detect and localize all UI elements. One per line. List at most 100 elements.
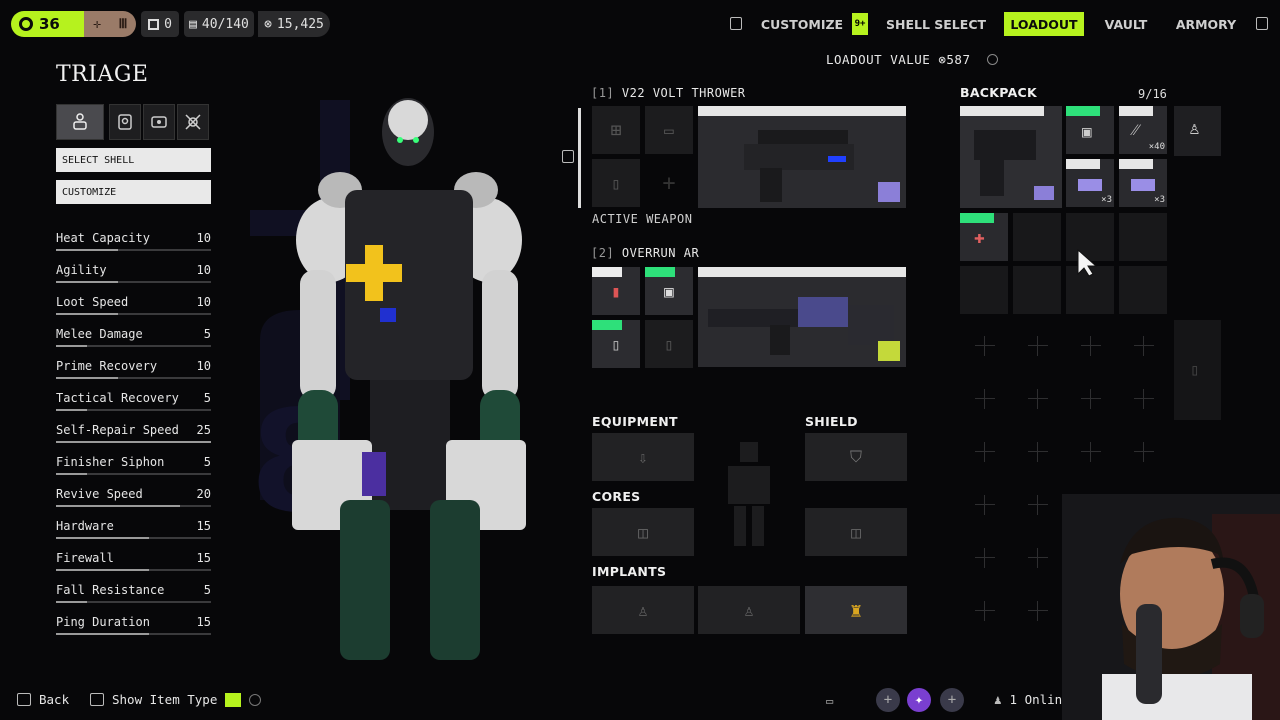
core-slot-2[interactable]: ◫	[805, 508, 907, 556]
nav-vault[interactable]: VAULT	[1098, 12, 1154, 36]
implant-slot-2[interactable]: ♙	[698, 586, 800, 634]
locked-slot-marker	[975, 495, 995, 515]
stat-row: Loot Speed 10	[56, 295, 211, 317]
shell-name: TRIAGE	[56, 62, 149, 87]
stat-bar	[56, 345, 211, 347]
backpack-item-medkit[interactable]: ✚	[960, 213, 1008, 261]
online-count: 1 Onlin	[1009, 692, 1063, 707]
tab-cores[interactable]	[143, 104, 175, 140]
nav-customize[interactable]: CUSTOMIZE	[756, 12, 848, 36]
nav-shell-select[interactable]: SHELL SELECT	[880, 12, 992, 36]
stat-label: Fall Resistance	[56, 583, 165, 597]
capacity-pill[interactable]: ▤ 40/140	[184, 11, 254, 37]
backpack-slot-empty[interactable]	[1013, 213, 1061, 261]
implant-slot-3[interactable]: ♜	[805, 586, 907, 634]
currency-pill[interactable]: ⊗ 15,425	[258, 11, 330, 37]
plus-icon: +	[662, 170, 676, 196]
weapon-1-mod-barrel[interactable]: ▭	[645, 106, 693, 154]
customize-shell-button[interactable]: CUSTOMIZE	[56, 180, 211, 204]
back-button[interactable]: Back	[17, 692, 69, 707]
backpack-item-optic[interactable]: ▣	[1066, 106, 1114, 154]
item-tag	[1066, 159, 1100, 169]
inventory-count: 0	[164, 16, 172, 32]
scroll-indicator	[578, 108, 581, 208]
squad-slot-add-1[interactable]: +	[876, 688, 900, 712]
stat-value: 15	[196, 615, 211, 629]
chip-icon: ⊞	[610, 119, 622, 141]
weapon-2-mod-empty[interactable]: ▯	[645, 320, 693, 368]
weapon-1-mod-empty[interactable]: +	[645, 159, 693, 207]
info-icon[interactable]	[986, 54, 998, 65]
core-slot-1[interactable]: ◫	[592, 508, 694, 556]
squad-slot-add-2[interactable]: +	[940, 688, 964, 712]
weapon-1-mod-chip[interactable]: ⊞	[592, 106, 640, 154]
battery-icon	[1078, 179, 1102, 191]
nav-armory[interactable]: ARMORY	[1170, 12, 1242, 36]
stat-bar-fill	[56, 473, 87, 475]
backpack-body-toggle[interactable]: ♙	[1174, 106, 1221, 156]
backpack-slot-empty[interactable]	[1119, 213, 1167, 261]
shield-slot[interactable]: ⛉	[805, 433, 907, 481]
medkit-icon: ✚	[974, 227, 985, 248]
locked-slot-marker	[1134, 442, 1154, 462]
loadout-value-label: LOADOUT VALUE	[826, 52, 931, 67]
ammo-type-icon	[1034, 186, 1054, 200]
tab-abilities[interactable]	[109, 104, 141, 140]
show-item-type-toggle[interactable]: Show Item Type	[90, 692, 262, 707]
stat-row: Prime Recovery 10	[56, 359, 211, 381]
weapon-1-title: [1] V22 VOLT THROWER	[591, 86, 746, 100]
battery-icon	[1131, 179, 1155, 191]
select-shell-button[interactable]: SELECT SHELL	[56, 148, 211, 172]
inventory-pill[interactable]: 0	[141, 11, 179, 37]
stat-label: Loot Speed	[56, 295, 129, 309]
active-weapon-label: ACTIVE WEAPON	[592, 212, 693, 226]
shell-character-model: 8	[250, 98, 526, 660]
backpack-side-slot[interactable]: ▯	[1174, 320, 1221, 420]
equipment-slot[interactable]: ⇩	[592, 433, 694, 481]
weapon-2-mod-magazine[interactable]: ▯	[592, 320, 640, 368]
online-indicator[interactable]: ♟ 1 Onlin	[994, 692, 1062, 707]
backpack-slot-empty[interactable]	[1119, 266, 1167, 314]
nav-loadout[interactable]: LOADOUT	[1004, 12, 1084, 36]
stat-value: 5	[203, 583, 211, 597]
weapon-2-mod-optic[interactable]: ▣	[645, 267, 693, 315]
backpack-slot-empty[interactable]	[1013, 266, 1061, 314]
weapon-2-card[interactable]	[698, 267, 906, 367]
stat-bar	[56, 249, 211, 251]
stack-count: ×3	[1154, 195, 1165, 205]
backpack-slot-empty[interactable]	[960, 266, 1008, 314]
tab-shell-overview[interactable]	[56, 104, 104, 140]
stat-bar	[56, 633, 211, 635]
optic-icon: ▣	[1082, 122, 1092, 141]
stat-bar	[56, 377, 211, 379]
locked-slot-marker	[1028, 495, 1048, 515]
backpack-item-weapon[interactable]	[960, 106, 1062, 208]
locked-slot-marker	[975, 442, 995, 462]
stat-row: Melee Damage 5	[56, 327, 211, 349]
stat-bar-fill	[56, 281, 118, 283]
chat-icon[interactable]: ▭	[826, 694, 833, 708]
stat-value: 5	[203, 391, 211, 405]
crosshair-icon[interactable]: ✛	[84, 11, 110, 37]
implant-slot-1[interactable]: ♙	[592, 586, 694, 634]
tab-traits[interactable]	[177, 104, 209, 140]
stat-bar	[56, 473, 211, 475]
equipment-icon: ⇩	[638, 447, 648, 467]
stat-bar	[56, 601, 211, 603]
implants-heading: IMPLANTS	[592, 564, 667, 579]
backpack-item-battery-1[interactable]: ×3	[1066, 159, 1114, 207]
locked-slot-marker	[1028, 548, 1048, 568]
stat-value: 5	[203, 455, 211, 469]
weapon-1-card[interactable]	[698, 106, 906, 208]
rank-icon[interactable]: Ⅲ	[110, 11, 136, 37]
backpack-item-ammo[interactable]: ⁄⁄ ×40	[1119, 106, 1167, 154]
stat-value: 10	[196, 231, 211, 245]
stat-label: Ping Duration	[56, 615, 150, 629]
player-level-badge: 36	[11, 11, 84, 37]
squad-member-avatar[interactable]: ✦	[907, 688, 931, 712]
keybind-icon	[90, 693, 104, 706]
locked-slot-marker	[1081, 336, 1101, 356]
weapon-2-mod-chip[interactable]: ▮	[592, 267, 640, 315]
weapon-1-mod-magazine[interactable]: ▯	[592, 159, 640, 207]
backpack-item-battery-2[interactable]: ×3	[1119, 159, 1167, 207]
